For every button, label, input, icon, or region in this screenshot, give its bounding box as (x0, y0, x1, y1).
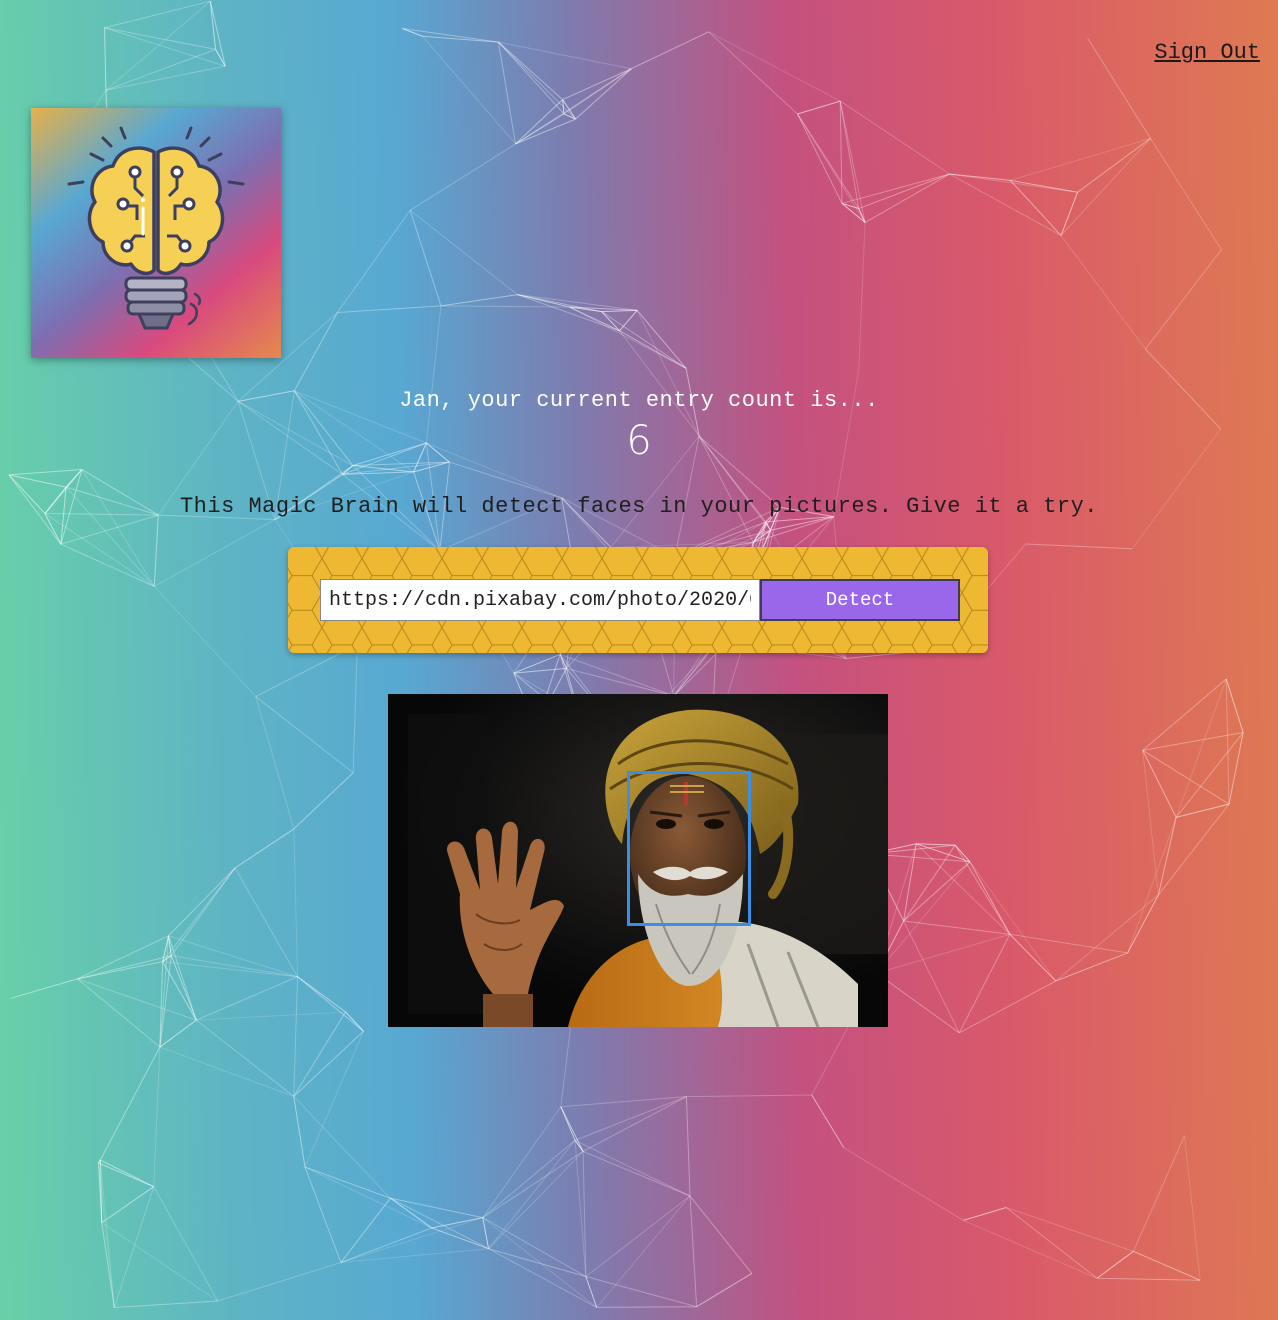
logo[interactable] (31, 108, 281, 358)
detect-button[interactable]: Detect (760, 579, 960, 621)
face-bounding-box (627, 771, 751, 926)
sign-out-link[interactable]: Sign Out (1154, 40, 1260, 65)
brain-lightbulb-icon (67, 126, 245, 330)
face-image (388, 694, 888, 1027)
image-link-form: Detect (288, 547, 988, 653)
image-url-input[interactable] (320, 579, 760, 621)
app-description: This Magic Brain will detect faces in yo… (179, 494, 1099, 519)
entry-count-greeting: Jan, your current entry count is... (399, 388, 879, 413)
entry-count-value: 6 (626, 418, 652, 464)
